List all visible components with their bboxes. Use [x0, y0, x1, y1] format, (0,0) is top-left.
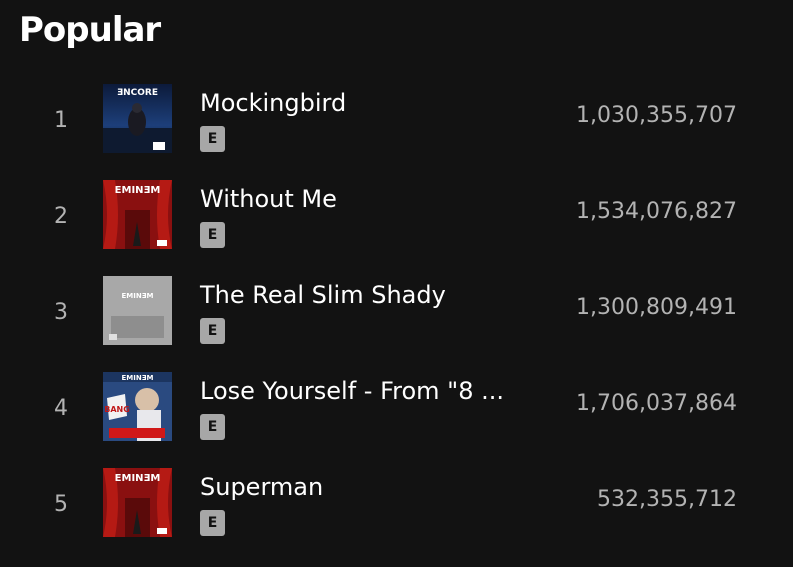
- track-row[interactable]: 1 ƎNCORE Mockingbird E 1,030,355,707: [0, 72, 793, 168]
- cover-text: EMINƎM: [122, 374, 154, 382]
- track-number: 2: [54, 204, 68, 229]
- track-number: 3: [54, 300, 68, 325]
- track-number: 4: [54, 396, 68, 421]
- play-count: 532,355,712: [597, 487, 737, 512]
- album-cover-encore-icon: ƎNCORE: [103, 84, 172, 153]
- play-count: 1,706,037,864: [576, 391, 737, 416]
- album-cover-marshall-mathers-lp-icon: EMINƎM: [103, 276, 172, 345]
- artist-popular-section: Popular 1 ƎNCORE Mockingbird E 1,030,355…: [0, 0, 793, 567]
- track-row[interactable]: 2 EMINƎM Without Me E 1,534,076,827: [0, 168, 793, 264]
- explicit-badge: E: [200, 126, 225, 152]
- play-count: 1,030,355,707: [576, 103, 737, 128]
- svg-text:BANG: BANG: [104, 405, 130, 414]
- track-title[interactable]: Lose Yourself - From "8 ...: [200, 377, 504, 405]
- explicit-badge: E: [200, 414, 225, 440]
- track-title[interactable]: Superman: [200, 473, 323, 501]
- explicit-badge: E: [200, 318, 225, 344]
- album-cover-eminem-show-icon: EMINƎM: [103, 180, 172, 249]
- track-row[interactable]: 5 EMINƎM Superman E 532,355,712: [0, 456, 793, 552]
- track-title[interactable]: The Real Slim Shady: [200, 281, 446, 309]
- explicit-badge: E: [200, 510, 225, 536]
- track-row[interactable]: 3 EMINƎM The Real Slim Shady E 1,300,809…: [0, 264, 793, 360]
- explicit-badge: E: [200, 222, 225, 248]
- track-number: 5: [54, 492, 68, 517]
- section-title: Popular: [19, 10, 161, 50]
- popular-track-list: 1 ƎNCORE Mockingbird E 1,030,355,707 2 E…: [0, 72, 793, 552]
- album-cover-eminem-show-icon: EMINƎM: [103, 468, 172, 537]
- album-cover-curtain-call-icon: BANG EMINƎM: [103, 372, 172, 441]
- cover-text: EMINƎM: [115, 473, 161, 484]
- track-title[interactable]: Without Me: [200, 185, 337, 213]
- cover-text: ƎNCORE: [117, 88, 158, 98]
- track-number: 1: [54, 108, 68, 133]
- play-count: 1,300,809,491: [576, 295, 737, 320]
- play-count: 1,534,076,827: [576, 199, 737, 224]
- track-row[interactable]: 4 BANG EMINƎM Lose Yourself - From "8 ..…: [0, 360, 793, 456]
- cover-text: EMINƎM: [122, 292, 154, 300]
- track-title[interactable]: Mockingbird: [200, 89, 346, 117]
- cover-text: EMINƎM: [115, 185, 161, 196]
